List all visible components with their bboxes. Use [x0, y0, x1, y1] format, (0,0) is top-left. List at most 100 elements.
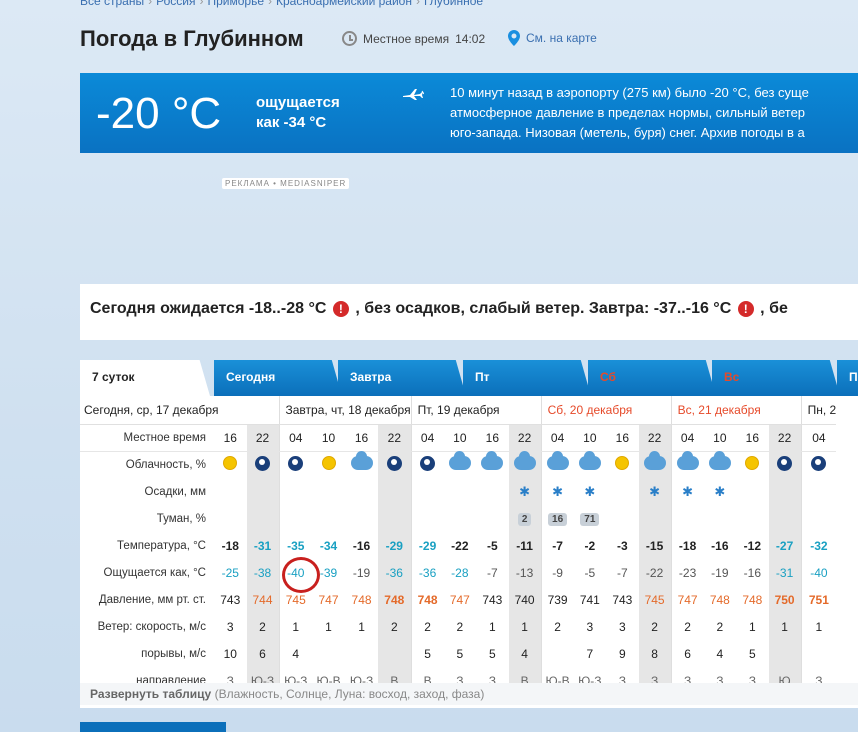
- precip-cell: [278, 478, 313, 505]
- tab-0[interactable]: 7 суток: [80, 360, 210, 396]
- precip-cell: [736, 478, 769, 505]
- cloud-icon: [546, 451, 569, 471]
- fog-badge: 2: [517, 513, 532, 526]
- cloud-cell: [214, 451, 247, 478]
- cloud-cell: [540, 451, 574, 478]
- row-label: Ощущается как, °C: [103, 566, 206, 579]
- row-label: Облачность, %: [125, 458, 206, 471]
- breadcrumb-separator: ›: [148, 0, 153, 8]
- pressure-cell: 743: [612, 592, 633, 607]
- cloud-cell: [638, 451, 672, 478]
- fog-cell: [704, 505, 737, 532]
- tab-1[interactable]: Сегодня: [214, 360, 342, 396]
- breadcrumb-item[interactable]: Все страны: [80, 0, 144, 8]
- feels-like-cell: -25: [221, 565, 239, 580]
- hour-cell: 22: [246, 424, 279, 452]
- bottom-tab-stub[interactable]: [80, 722, 226, 732]
- precip-cell: [800, 478, 837, 505]
- current-temperature: -20 °C: [96, 89, 222, 138]
- fog-cell: [670, 505, 704, 532]
- hour-cell: 22: [378, 424, 412, 452]
- current-weather-banner: -20 °C ощущается как -34 °C 10 минут наз…: [80, 73, 858, 153]
- sun-icon: [615, 456, 630, 471]
- precip-cell: ✱: [508, 478, 542, 505]
- gusts-cell: 6: [246, 640, 279, 667]
- tab-2[interactable]: Завтра: [338, 360, 466, 396]
- fog-cell: [278, 505, 313, 532]
- cloud-icon: [578, 451, 601, 471]
- feels-like: ощущается как -34 °C: [256, 93, 376, 133]
- clock-icon: [342, 31, 357, 46]
- wind-cell: 2: [456, 619, 464, 634]
- breadcrumb-item[interactable]: Красноармейский район: [276, 0, 412, 8]
- moon-icon: [386, 455, 402, 471]
- feels-like-cell: -23: [670, 559, 704, 586]
- summary-tomorrow: , без осадков, слабый ветер. Завтра: -37…: [355, 300, 732, 317]
- row-label: Местное время: [80, 424, 214, 452]
- precip-cell: ✱: [540, 478, 574, 505]
- gusts-cell: [768, 640, 802, 667]
- wind-cell: 2: [638, 613, 672, 640]
- wind-cell: 2: [378, 613, 412, 640]
- row-label: Осадки, мм: [144, 485, 206, 498]
- temperature-cell: -27: [768, 532, 802, 559]
- cloud-cell: [476, 451, 509, 478]
- temperature-cell: -18: [221, 538, 239, 553]
- breadcrumb-item[interactable]: Россия: [156, 0, 195, 8]
- map-link[interactable]: См. на карте: [508, 30, 597, 46]
- hour-cell: 04: [278, 424, 313, 452]
- fog-cell: [768, 505, 802, 532]
- gusts-cell: 7: [586, 646, 594, 661]
- pressure-cell: 748: [378, 586, 412, 613]
- wind-cell: 1: [508, 613, 542, 640]
- row-label: Ветер: скорость, м/с: [97, 620, 206, 633]
- forecast-summary: Сегодня ожидается -18..-28 °C ! , без ос…: [80, 284, 858, 340]
- precip-cell: [606, 478, 639, 505]
- gusts-cell: 5: [456, 646, 464, 661]
- hour-cell: 10: [443, 424, 477, 452]
- pressure-cell: 745: [638, 586, 672, 613]
- feels-like-cell: -38: [246, 559, 279, 586]
- tab-6[interactable]: П: [837, 360, 858, 396]
- pressure-cell: 739: [540, 586, 574, 613]
- temperature-cell: -35: [278, 532, 313, 559]
- tab-4[interactable]: Сб: [588, 360, 716, 396]
- breadcrumb-item[interactable]: Глубинное: [424, 0, 483, 8]
- snow-icon: ✱: [649, 483, 661, 499]
- row-label: Температура, °C: [117, 539, 206, 552]
- warning-icon[interactable]: !: [332, 300, 349, 317]
- day-header: Пн, 2: [800, 396, 837, 425]
- temperature-cell: -16: [352, 538, 371, 553]
- fog-cell: [638, 505, 672, 532]
- temperature-cell: -32: [800, 532, 837, 559]
- hour-cell: 16: [214, 424, 247, 452]
- tab-5[interactable]: Вс: [712, 360, 840, 396]
- expand-table-row[interactable]: Развернуть таблицу (Влажность, Солнце, Л…: [80, 683, 858, 705]
- expand-table-link[interactable]: Развернуть таблицу: [90, 687, 211, 701]
- cloud-cell: [574, 451, 607, 478]
- warning-icon[interactable]: !: [737, 300, 754, 317]
- wind-cell: 1: [800, 613, 837, 640]
- breadcrumb-separator: ›: [268, 0, 272, 8]
- feels-like-cell: -36: [378, 559, 412, 586]
- wind-cell: 2: [246, 613, 279, 640]
- pressure-cell: 748: [742, 592, 763, 607]
- hour-cell: 04: [410, 424, 444, 452]
- fog-cell: [476, 505, 509, 532]
- forecast-grid: Сегодня, ср, 17 декабря Завтра, чт, 18 де…: [80, 396, 837, 694]
- forecast-tabs: 7 суток Сегодня Завтра Пт Сб Вс П: [80, 360, 858, 396]
- moon-icon: [255, 455, 270, 471]
- day-header: Пт, 19 декабря: [410, 396, 542, 425]
- fog-cell: [410, 505, 444, 532]
- airport-report[interactable]: 10 минут назад в аэропорту (275 км) было…: [450, 83, 858, 143]
- pressure-cell: 744: [246, 586, 279, 613]
- moon-icon: [811, 455, 827, 471]
- temperature-cell: -18: [670, 532, 704, 559]
- gusts-cell: 4: [508, 640, 542, 667]
- hour-cell: 22: [768, 424, 802, 452]
- breadcrumb-item[interactable]: Приморье: [207, 0, 264, 8]
- gusts-cell: 5: [410, 640, 444, 667]
- snow-icon: ✱: [714, 483, 726, 499]
- precip-cell: ✱: [638, 478, 672, 505]
- tab-3[interactable]: Пт: [463, 360, 591, 396]
